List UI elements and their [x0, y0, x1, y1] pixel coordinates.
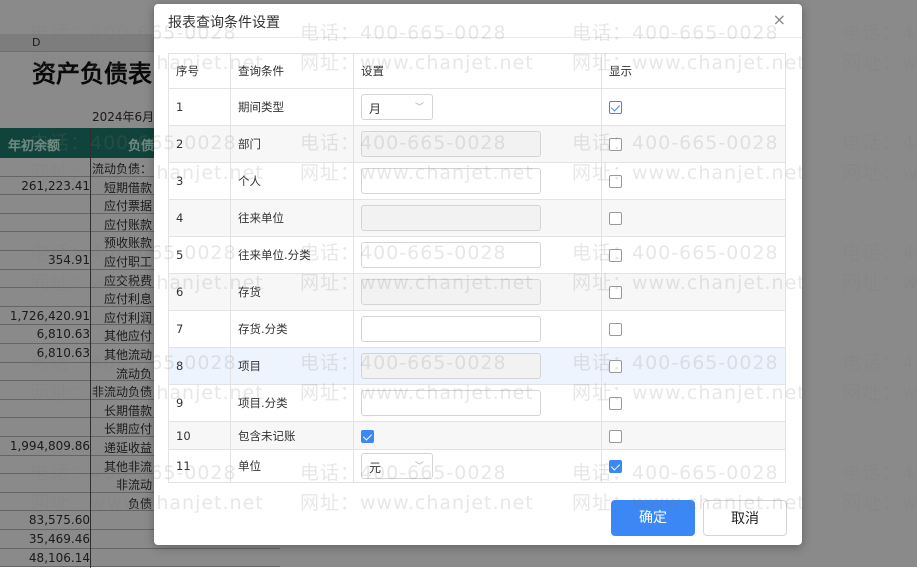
show-checkbox[interactable]	[609, 249, 622, 262]
row-number: 3	[168, 162, 231, 200]
cancel-button[interactable]: 取消	[703, 500, 787, 536]
setting-cell	[353, 125, 602, 163]
row-number: 8	[168, 347, 231, 385]
setting-cell	[353, 384, 602, 422]
show-checkbox[interactable]	[609, 323, 622, 336]
show-checkbox[interactable]	[609, 175, 622, 188]
condition-input[interactable]	[361, 242, 541, 268]
condition-name: 项目.分类	[230, 384, 354, 422]
condition-row: 2 部门	[168, 125, 786, 163]
show-cell	[601, 199, 786, 237]
condition-name: 存货.分类	[230, 310, 354, 348]
show-checkbox[interactable]	[609, 286, 622, 299]
select-value: 元	[369, 461, 382, 475]
chevron-down-icon: ﹀	[414, 462, 424, 472]
condition-name: 项目	[230, 347, 354, 385]
show-checkbox[interactable]	[609, 360, 622, 373]
show-checkbox[interactable]	[609, 460, 622, 473]
show-cell	[601, 125, 786, 163]
condition-name: 个人	[230, 162, 354, 200]
setting-cell	[353, 199, 602, 237]
col-header-no: 序号	[168, 53, 231, 89]
condition-name: 部门	[230, 125, 354, 163]
condition-name: 包含未记账	[230, 421, 354, 450]
condition-input	[361, 205, 541, 231]
col-header-show: 显示	[601, 53, 786, 89]
condition-row: 11 单位 元 ﹀	[168, 449, 786, 483]
condition-row: 10 包含未记账	[168, 421, 786, 450]
condition-input[interactable]	[361, 168, 541, 194]
condition-select[interactable]: 元 ﹀	[361, 453, 433, 479]
setting-cell: 元 ﹀	[353, 449, 602, 483]
query-settings-dialog: 报表查询条件设置 × 序号 查询条件 设置 显示 1 期间类型 月 ﹀ 2 部门 …	[154, 4, 802, 545]
chevron-down-icon: ﹀	[414, 103, 424, 113]
setting-cell	[353, 421, 602, 450]
show-cell	[601, 421, 786, 450]
show-cell	[601, 347, 786, 385]
show-checkbox[interactable]	[609, 212, 622, 225]
conditions-table: 序号 查询条件 设置 显示 1 期间类型 月 ﹀ 2 部门 3 个人 4 往来单位…	[168, 53, 786, 483]
condition-row: 3 个人	[168, 162, 786, 200]
condition-row: 6 存货	[168, 273, 786, 311]
setting-cell	[353, 273, 602, 311]
setting-cell	[353, 310, 602, 348]
select-value: 月	[369, 102, 382, 116]
show-checkbox[interactable]	[609, 138, 622, 151]
show-cell	[601, 162, 786, 200]
row-number: 1	[168, 88, 231, 126]
dialog-title: 报表查询条件设置	[168, 15, 280, 31]
setting-cell	[353, 347, 602, 385]
show-checkbox[interactable]	[609, 101, 622, 114]
row-number: 11	[168, 449, 231, 483]
condition-input	[361, 353, 541, 379]
condition-row: 5 往来单位.分类	[168, 236, 786, 274]
condition-input[interactable]	[361, 390, 541, 416]
condition-row: 1 期间类型 月 ﹀	[168, 88, 786, 126]
close-icon[interactable]: ×	[773, 10, 786, 29]
condition-select[interactable]: 月 ﹀	[361, 94, 433, 120]
row-number: 5	[168, 236, 231, 274]
condition-row: 8 项目	[168, 347, 786, 385]
condition-row: 9 项目.分类	[168, 384, 786, 422]
include-unposted-checkbox[interactable]	[361, 429, 374, 443]
setting-cell	[353, 162, 602, 200]
show-checkbox[interactable]	[609, 429, 622, 443]
condition-input[interactable]	[361, 316, 541, 342]
row-number: 6	[168, 273, 231, 311]
row-number: 7	[168, 310, 231, 348]
condition-name: 期间类型	[230, 88, 354, 126]
condition-name: 往来单位.分类	[230, 236, 354, 274]
condition-input	[361, 131, 541, 157]
col-header-condition: 查询条件	[230, 53, 354, 89]
title-divider	[154, 37, 802, 38]
row-number: 4	[168, 199, 231, 237]
show-cell	[601, 88, 786, 126]
condition-name: 存货	[230, 273, 354, 311]
condition-input	[361, 279, 541, 305]
col-header-setting: 设置	[353, 53, 602, 89]
show-cell	[601, 236, 786, 274]
row-number: 2	[168, 125, 231, 163]
confirm-button[interactable]: 确定	[611, 500, 695, 536]
setting-cell: 月 ﹀	[353, 88, 602, 126]
condition-row: 4 往来单位	[168, 199, 786, 237]
show-checkbox[interactable]	[609, 397, 622, 410]
condition-name: 往来单位	[230, 199, 354, 237]
setting-cell	[353, 236, 602, 274]
show-cell	[601, 310, 786, 348]
row-number: 10	[168, 421, 231, 450]
row-number: 9	[168, 384, 231, 422]
condition-name: 单位	[230, 449, 354, 483]
show-cell	[601, 273, 786, 311]
show-cell	[601, 449, 786, 483]
condition-row: 7 存货.分类	[168, 310, 786, 348]
show-cell	[601, 384, 786, 422]
